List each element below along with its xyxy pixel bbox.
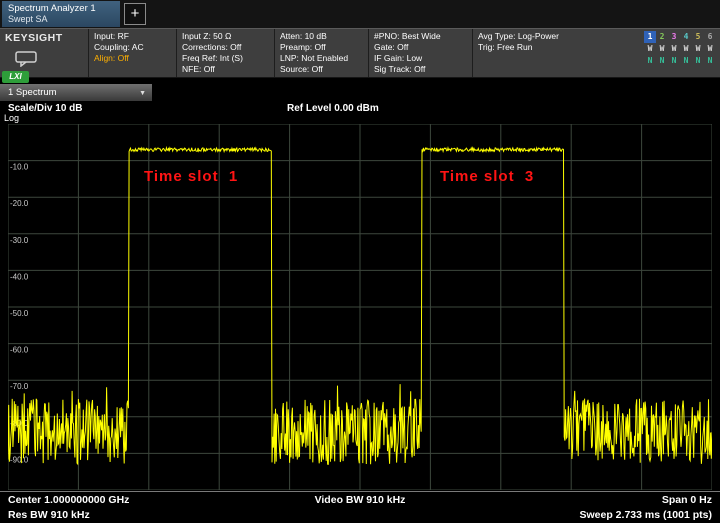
trace-indicator[interactable]: N xyxy=(692,55,704,67)
chevron-down-icon: ▼ xyxy=(139,85,146,102)
svg-text:-10.0: -10.0 xyxy=(10,163,29,172)
sweep-time-label: Sweep 2.733 ms (1001 pts) xyxy=(580,509,713,521)
setting-line: Trig: Free Run xyxy=(478,42,637,53)
header-col-pno: #PNO: Best Wide Gate: Off IF Gain: Low S… xyxy=(368,29,472,77)
measurement-label: 1 Spectrum xyxy=(8,87,57,98)
add-tab-button[interactable]: + xyxy=(124,3,146,25)
spectrum-graph: -10.0-20.0-30.0-40.0-50.0-60.0-70.0-80.0… xyxy=(8,124,712,490)
trace-indicator-grid: 123456WWWWWWNNNNNN xyxy=(642,29,720,77)
svg-text:-70.0: -70.0 xyxy=(10,382,29,391)
tab-spectrum-analyzer-1[interactable]: Spectrum Analyzer 1 Swept SA xyxy=(2,1,120,27)
header-col-atten: Atten: 10 dB Preamp: Off LNP: Not Enable… xyxy=(274,29,368,77)
header-col-avg-trig: Avg Type: Log-Power Trig: Free Run xyxy=(472,29,642,77)
trace-indicator[interactable]: N xyxy=(704,55,716,67)
log-scale-label: Log xyxy=(4,113,19,123)
keysight-logo: KEYSIGHT xyxy=(5,32,83,44)
trace-indicator[interactable]: N xyxy=(644,55,656,67)
setting-line: Gate: Off xyxy=(374,42,467,53)
setting-line: #PNO: Best Wide xyxy=(374,31,467,42)
trace-indicator[interactable]: W xyxy=(704,43,716,55)
span-label: Span 0 Hz xyxy=(662,494,712,506)
header-col-corrections: Input Z: 50 Ω Corrections: Off Freq Ref:… xyxy=(176,29,274,77)
trace-indicator[interactable]: N xyxy=(656,55,668,67)
footer-row-2: Res BW 910 kHz Sweep 2.733 ms (1001 pts) xyxy=(0,507,720,522)
setting-line: IF Gain: Low xyxy=(374,53,467,64)
setting-line: Corrections: Off xyxy=(182,42,269,53)
setting-line: Avg Type: Log-Power xyxy=(478,31,637,42)
setting-line: Source: Off xyxy=(280,64,363,75)
setting-line: Input: RF xyxy=(94,31,171,42)
trace-indicator[interactable]: 2 xyxy=(656,31,668,43)
tab-bar: Spectrum Analyzer 1 Swept SA + xyxy=(0,0,720,28)
ref-level-label: Ref Level 0.00 dBm xyxy=(287,103,379,114)
trace-indicator[interactable]: W xyxy=(680,43,692,55)
setting-line: LNP: Not Enabled xyxy=(280,53,363,64)
setting-line-align: Align: Off xyxy=(94,53,171,64)
svg-text:-30.0: -30.0 xyxy=(10,236,29,245)
setting-line: Freq Ref: Int (S) xyxy=(182,53,269,64)
trace-indicator[interactable]: 4 xyxy=(680,31,692,43)
time-slot-3-annotation: Time slot 3 xyxy=(440,168,534,185)
trace-indicator[interactable]: 5 xyxy=(692,31,704,43)
header-col-input: Input: RF Coupling: AC Align: Off xyxy=(88,29,176,77)
setting-line: Sig Track: Off xyxy=(374,64,467,75)
annotation-footer: Center 1.000000000 GHz Video BW 910 kHz … xyxy=(0,491,720,523)
graticule-area: -10.0-20.0-30.0-40.0-50.0-60.0-70.0-80.0… xyxy=(8,124,712,490)
svg-text:-60.0: -60.0 xyxy=(10,346,29,355)
spectrum-analyzer-window: Spectrum Analyzer 1 Swept SA + KEYSIGHT … xyxy=(0,0,720,523)
trace-indicator[interactable]: 1 xyxy=(644,31,656,43)
measurement-selector[interactable]: 1 Spectrum ▼ xyxy=(0,84,152,101)
trace-indicator[interactable]: N xyxy=(680,55,692,67)
brand-block: KEYSIGHT xyxy=(0,29,88,77)
trace-indicator[interactable]: W xyxy=(656,43,668,55)
scale-per-div-label: Scale/Div 10 dB xyxy=(8,103,82,114)
trace-indicator[interactable]: W xyxy=(644,43,656,55)
center-frequency-label: Center 1.000000000 GHz xyxy=(8,494,129,506)
footer-row-1: Center 1.000000000 GHz Video BW 910 kHz … xyxy=(0,492,720,507)
measurement-bar: 1 Spectrum ▼ xyxy=(0,84,720,101)
setting-line: Preamp: Off xyxy=(280,42,363,53)
message-bubble-icon[interactable] xyxy=(15,51,39,67)
settings-header: KEYSIGHT Input: RF Coupling: AC Align: O… xyxy=(0,28,720,78)
svg-text:-20.0: -20.0 xyxy=(10,199,29,208)
time-slot-1-annotation: Time slot 1 xyxy=(144,168,238,185)
tab-title: Spectrum Analyzer 1 xyxy=(8,3,114,14)
trace-indicator[interactable]: N xyxy=(668,55,680,67)
setting-line: Coupling: AC xyxy=(94,42,171,53)
svg-text:-90.0: -90.0 xyxy=(10,455,29,464)
setting-line: Input Z: 50 Ω xyxy=(182,31,269,42)
trace-indicator[interactable]: 6 xyxy=(704,31,716,43)
svg-text:-50.0: -50.0 xyxy=(10,309,29,318)
lxi-badge: LXI xyxy=(2,71,29,83)
trace-indicator[interactable]: 3 xyxy=(668,31,680,43)
setting-line: NFE: Off xyxy=(182,64,269,75)
trace-indicator[interactable]: W xyxy=(692,43,704,55)
setting-line: Atten: 10 dB xyxy=(280,31,363,42)
tab-subtitle: Swept SA xyxy=(8,14,114,25)
res-bw-label: Res BW 910 kHz xyxy=(8,509,90,521)
trace-indicator[interactable]: W xyxy=(668,43,680,55)
svg-text:-40.0: -40.0 xyxy=(10,272,29,281)
video-bw-label: Video BW 910 kHz xyxy=(315,494,406,506)
